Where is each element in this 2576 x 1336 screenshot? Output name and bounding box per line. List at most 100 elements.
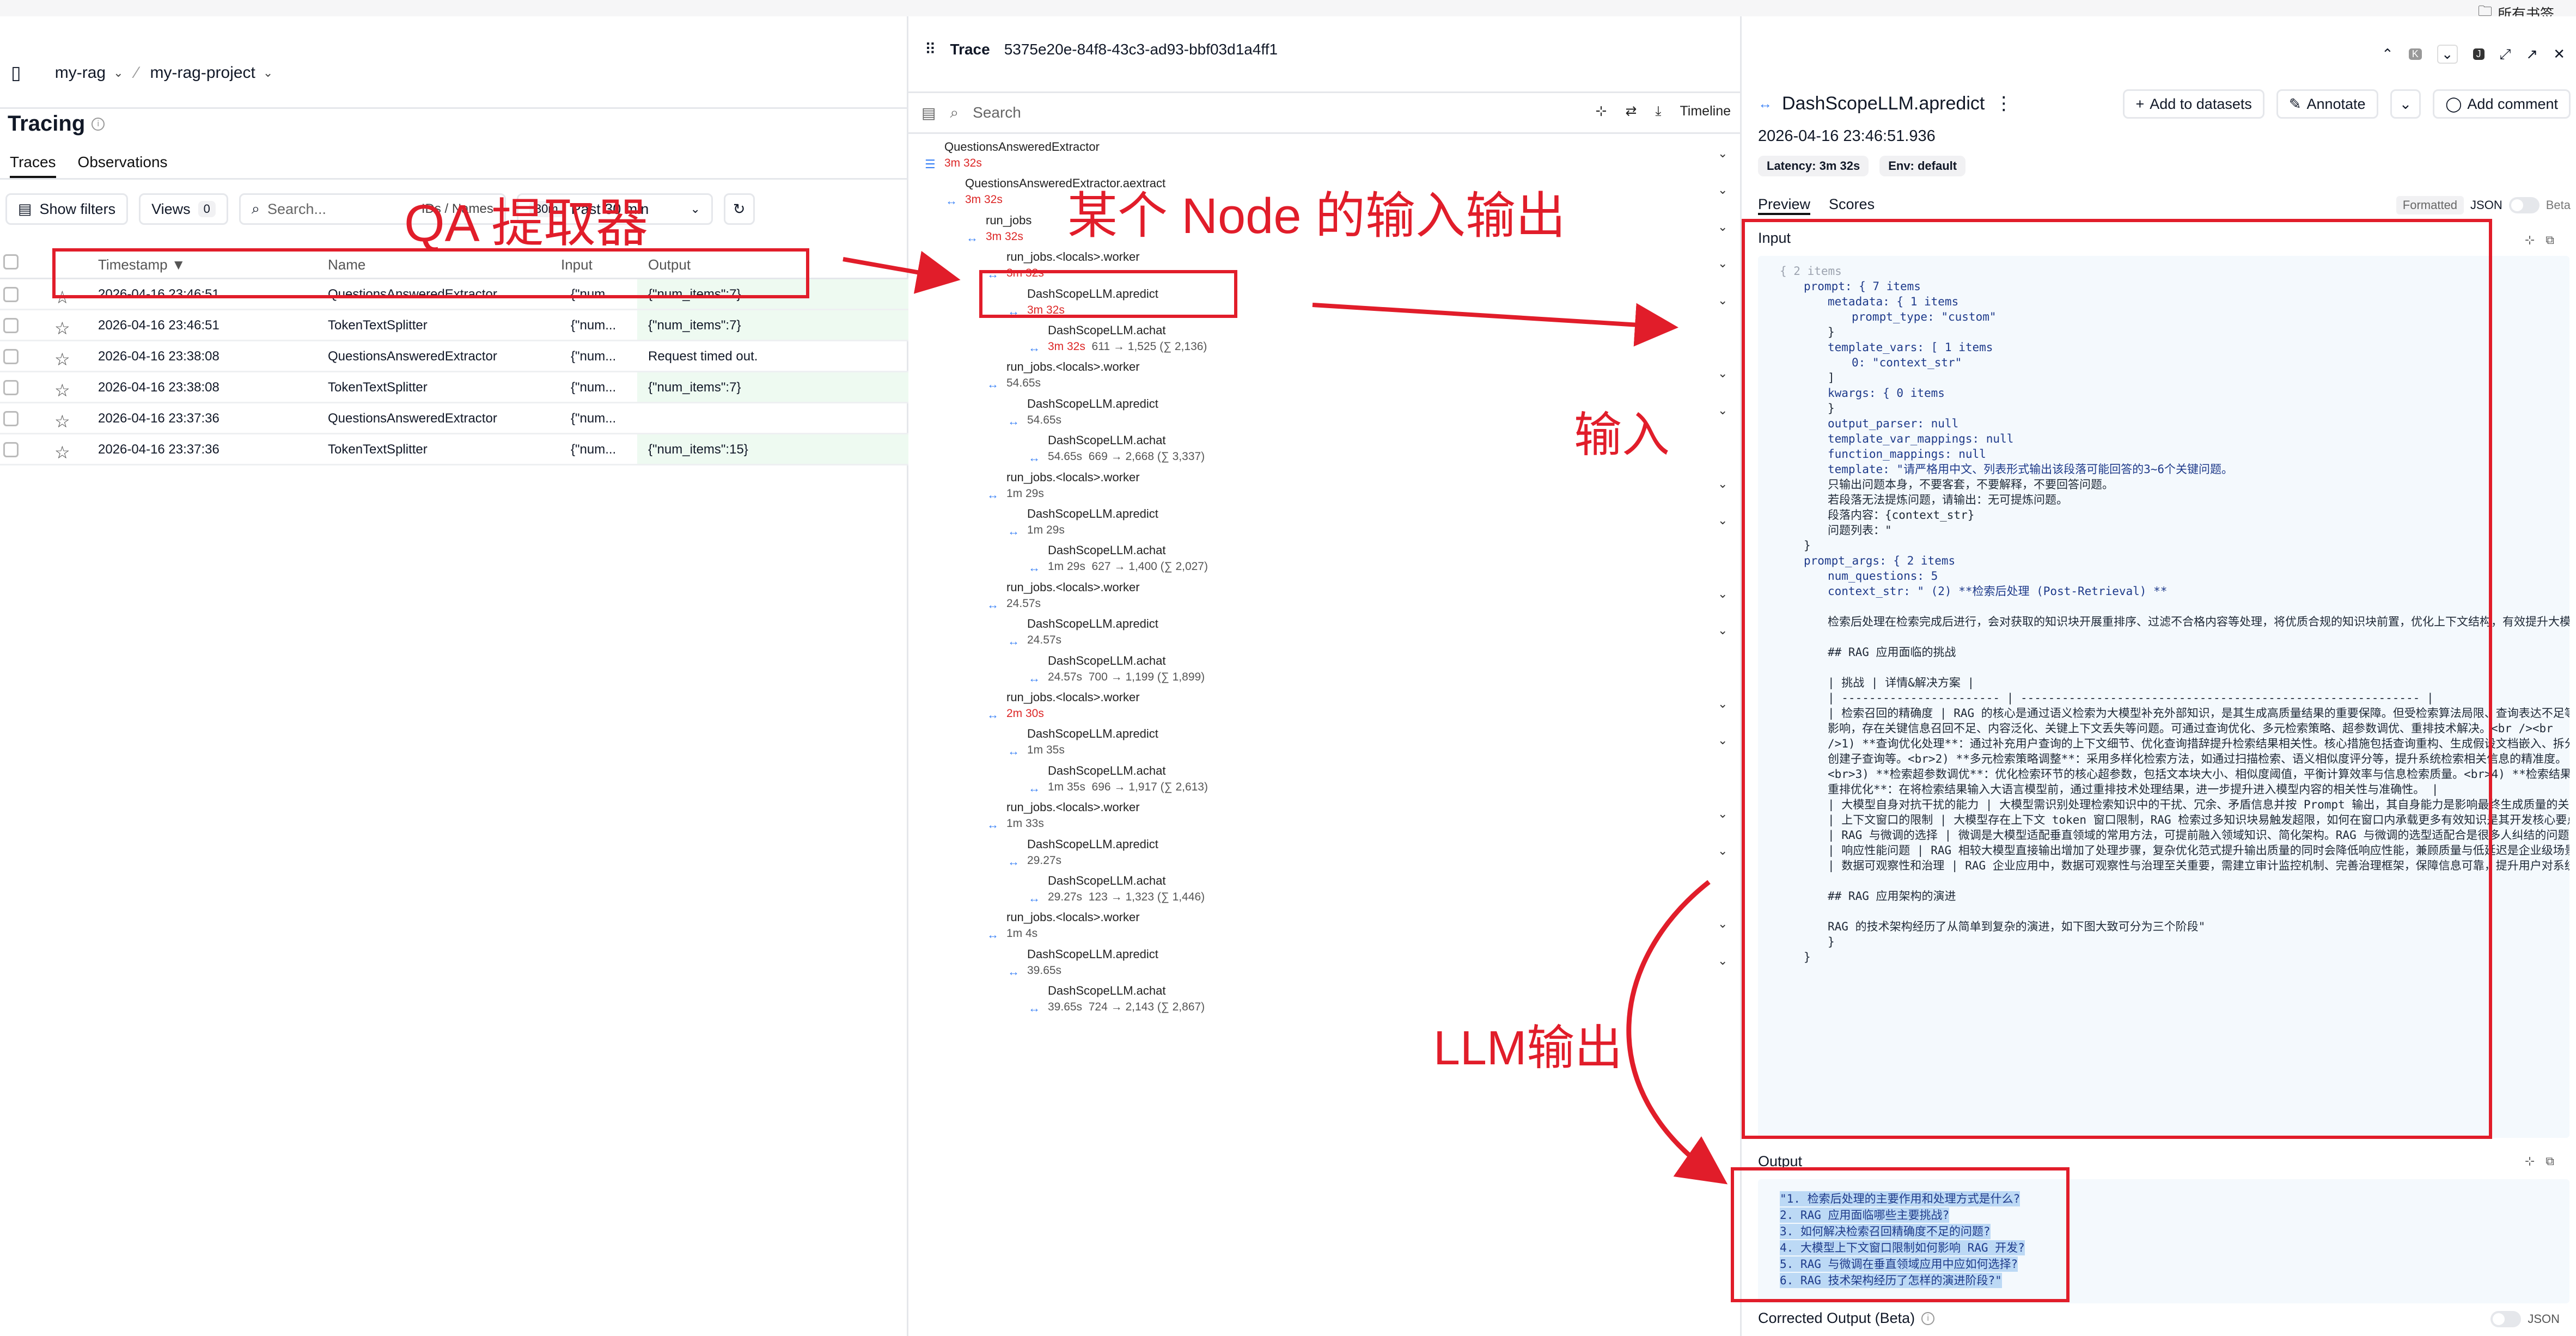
table-row[interactable]: ☆ 2026-04-16 23:37:36 TokenTextSplitter {"n… xyxy=(0,434,908,465)
tab-observations[interactable]: Observations xyxy=(78,151,168,178)
copy-icon[interactable]: ⧉ xyxy=(2546,1154,2554,1168)
beta-toggle[interactable] xyxy=(2508,197,2540,213)
add-to-datasets-button[interactable]: + Add to datasets xyxy=(2123,89,2264,119)
chevron-down-icon[interactable]: ⌄ xyxy=(1718,220,1727,234)
expand-icon[interactable]: ⊹ xyxy=(2525,233,2535,247)
open-external-icon[interactable]: ↗ xyxy=(2526,46,2538,63)
star-icon[interactable]: ☆ xyxy=(54,442,70,463)
trace-tree-node[interactable]: ↔ DashScopeLLM.achat 29.27s 123 → 1,323 (∑… xyxy=(1028,873,1205,905)
trace-tree-node[interactable]: ↔ DashScopeLLM.apredict 39.65s xyxy=(1008,946,1158,979)
more-vertical-icon[interactable]: ⋮ xyxy=(1994,93,2013,114)
views-button[interactable]: Views 0 xyxy=(139,193,228,225)
trace-tree-node[interactable]: ↔ DashScopeLLM.achat 54.65s 669 → 2,668 (∑… xyxy=(1028,432,1205,465)
focus-icon[interactable]: ⊹ xyxy=(1595,103,1607,119)
row-checkbox[interactable] xyxy=(3,287,19,302)
comment-icon: ◯ xyxy=(2445,95,2462,112)
trace-tree-node[interactable]: ↔ DashScopeLLM.achat 24.57s 700 → 1,199 (∑… xyxy=(1028,653,1205,685)
formatted-option[interactable]: Formatted xyxy=(2396,196,2464,215)
trace-tree-node[interactable]: ↔ run_jobs.<locals>.worker 1m 29s xyxy=(987,469,1140,502)
chevron-down-icon[interactable]: ⌄ xyxy=(1718,954,1727,968)
star-icon[interactable]: ☆ xyxy=(54,411,70,432)
chevron-down-icon[interactable]: ⌄ xyxy=(1718,587,1727,601)
trace-id[interactable]: 5375e20e-84f8-43c3-ad93-bbf03d1a4ff1 xyxy=(1004,41,1278,58)
info-icon[interactable]: i xyxy=(1921,1312,1935,1325)
chevron-down-icon[interactable]: ⌄ xyxy=(1718,403,1727,418)
span-glyph-icon: ↔ xyxy=(1758,95,1772,112)
trace-tree-node[interactable]: ↔ DashScopeLLM.achat 3m 32s 611 → 1,525 (∑… xyxy=(1028,322,1207,355)
chevron-down-icon[interactable]: ⌄ xyxy=(1718,477,1727,491)
chevron-down-icon[interactable]: ⌄ xyxy=(2437,45,2458,64)
trace-tree-node[interactable]: ↔ run_jobs.<locals>.worker 1m 4s xyxy=(987,909,1140,942)
star-icon[interactable]: ☆ xyxy=(54,318,70,339)
row-checkbox[interactable] xyxy=(3,349,19,364)
trace-tree-node[interactable]: ↔ DashScopeLLM.apredict 1m 35s xyxy=(1008,726,1158,758)
refresh-button[interactable]: ↻ xyxy=(723,193,755,225)
expand-icon[interactable]: ⊹ xyxy=(2525,1154,2535,1168)
star-icon[interactable]: ☆ xyxy=(54,349,70,370)
trace-tree-node[interactable]: ↔ DashScopeLLM.apredict 29.27s xyxy=(1008,836,1158,869)
trace-tree-node[interactable]: ↔ DashScopeLLM.achat 1m 29s 627 → 1,400 (∑… xyxy=(1028,542,1208,575)
chevron-down-icon[interactable]: ⌄ xyxy=(1718,733,1727,747)
star-icon[interactable]: ☆ xyxy=(54,380,70,401)
annotate-button[interactable]: ✎ Annotate xyxy=(2276,89,2378,119)
table-row[interactable]: ☆ 2026-04-16 23:37:36 QuestionsAnsweredExt… xyxy=(0,403,908,434)
trace-tree-node[interactable]: ☰ QuestionsAnsweredExtractor 3m 32s xyxy=(925,139,1100,171)
views-label: Views xyxy=(151,200,191,217)
tree-panel-icon[interactable]: ▤ xyxy=(921,104,936,122)
trace-tree-node[interactable]: ↔ DashScopeLLM.achat 1m 35s 696 → 1,917 (∑… xyxy=(1028,763,1208,795)
tab-scores[interactable]: Scores xyxy=(1829,196,1875,215)
table-row[interactable]: ☆ 2026-04-16 23:38:08 TokenTextSplitter {"n… xyxy=(0,372,908,403)
chevron-down-icon[interactable]: ⌄ xyxy=(1718,183,1727,197)
chevron-down-icon[interactable]: ⌄ xyxy=(1718,623,1727,638)
chevron-down-icon[interactable]: ⌄ xyxy=(1718,513,1727,528)
chevron-down-icon[interactable]: ⌄ xyxy=(1718,917,1727,931)
node-name: DashScopeLLM.apredict xyxy=(1027,727,1158,741)
node-latency: 1m 35s xyxy=(1048,780,1085,793)
sidebar-toggle-icon[interactable]: ▯ xyxy=(11,62,21,84)
chevron-down-icon[interactable]: ⌄ xyxy=(1718,256,1727,271)
trace-tree-node[interactable]: ↔ run_jobs.<locals>.worker 2m 30s xyxy=(987,689,1140,722)
trace-tree-node[interactable]: ↔ DashScopeLLM.apredict 24.57s xyxy=(1008,616,1158,648)
row-checkbox[interactable] xyxy=(3,442,19,457)
download-icon[interactable]: ⤓ xyxy=(1655,103,1661,119)
span-glyph-icon: ↔ xyxy=(987,377,999,391)
copy-icon[interactable]: ⧉ xyxy=(2546,233,2554,247)
settings-sliders-icon[interactable]: ⇄ xyxy=(1625,103,1637,119)
timeline-toggle[interactable]: Timeline xyxy=(1680,103,1731,119)
chevron-down-icon[interactable]: ⌄ xyxy=(1718,807,1727,821)
row-checkbox[interactable] xyxy=(3,380,19,395)
chevron-down-icon[interactable]: ⌄ xyxy=(1718,146,1727,161)
row-checkbox[interactable] xyxy=(3,411,19,426)
org-selector[interactable]: my-rag ⌄ xyxy=(55,64,124,82)
node-name: QuestionsAnsweredExtractor xyxy=(944,140,1100,154)
tab-preview[interactable]: Preview xyxy=(1758,196,1811,215)
annotate-menu-button[interactable]: ⌄ xyxy=(2390,89,2421,119)
search-icon: ⌕ xyxy=(950,103,959,121)
project-selector[interactable]: my-rag-project ⌄ xyxy=(150,64,273,82)
tab-traces[interactable]: Traces xyxy=(10,151,56,178)
info-icon[interactable]: i xyxy=(91,117,105,131)
add-comment-button[interactable]: ◯ Add comment xyxy=(2433,89,2571,119)
table-row[interactable]: ☆ 2026-04-16 23:46:51 TokenTextSplitter {"n… xyxy=(0,310,908,341)
expand-icon[interactable]: ⤢ xyxy=(2500,46,2511,63)
json-option[interactable]: JSON xyxy=(2470,198,2502,212)
chevron-down-icon[interactable]: ⌄ xyxy=(1718,293,1727,308)
chevron-down-icon[interactable]: ⌄ xyxy=(1718,844,1727,858)
trace-tree-node[interactable]: ↔ run_jobs.<locals>.worker 1m 33s xyxy=(987,799,1140,832)
trace-tree-node[interactable]: ↔ run_jobs.<locals>.worker 24.57s xyxy=(987,579,1140,612)
trace-tree-node[interactable]: ↔ DashScopeLLM.apredict 1m 29s xyxy=(1008,506,1158,538)
chevron-down-icon[interactable]: ⌄ xyxy=(1718,366,1727,381)
tree-search-input[interactable]: Search xyxy=(973,104,1021,121)
chevron-down-icon[interactable]: ⌄ xyxy=(1718,697,1727,711)
trace-tree-node[interactable]: ↔ DashScopeLLM.achat 39.65s 724 → 2,143 (∑… xyxy=(1028,983,1205,1015)
trace-tree-node[interactable]: ↔ DashScopeLLM.apredict 54.65s xyxy=(1008,396,1158,428)
show-filters-button[interactable]: ▤ Show filters xyxy=(5,193,129,225)
trace-tree-node[interactable]: ↔ run_jobs 3m 32s xyxy=(966,212,1031,245)
select-all-checkbox[interactable] xyxy=(3,254,19,269)
json-toggle-switch[interactable] xyxy=(2490,1311,2522,1327)
table-row[interactable]: ☆ 2026-04-16 23:38:08 QuestionsAnsweredExt… xyxy=(0,341,908,372)
close-icon[interactable]: ✕ xyxy=(2553,46,2565,63)
trace-tree-node[interactable]: ↔ run_jobs.<locals>.worker 54.65s xyxy=(987,359,1140,391)
row-checkbox[interactable] xyxy=(3,318,19,333)
chevron-up-icon[interactable]: ⌃ xyxy=(2382,46,2394,63)
